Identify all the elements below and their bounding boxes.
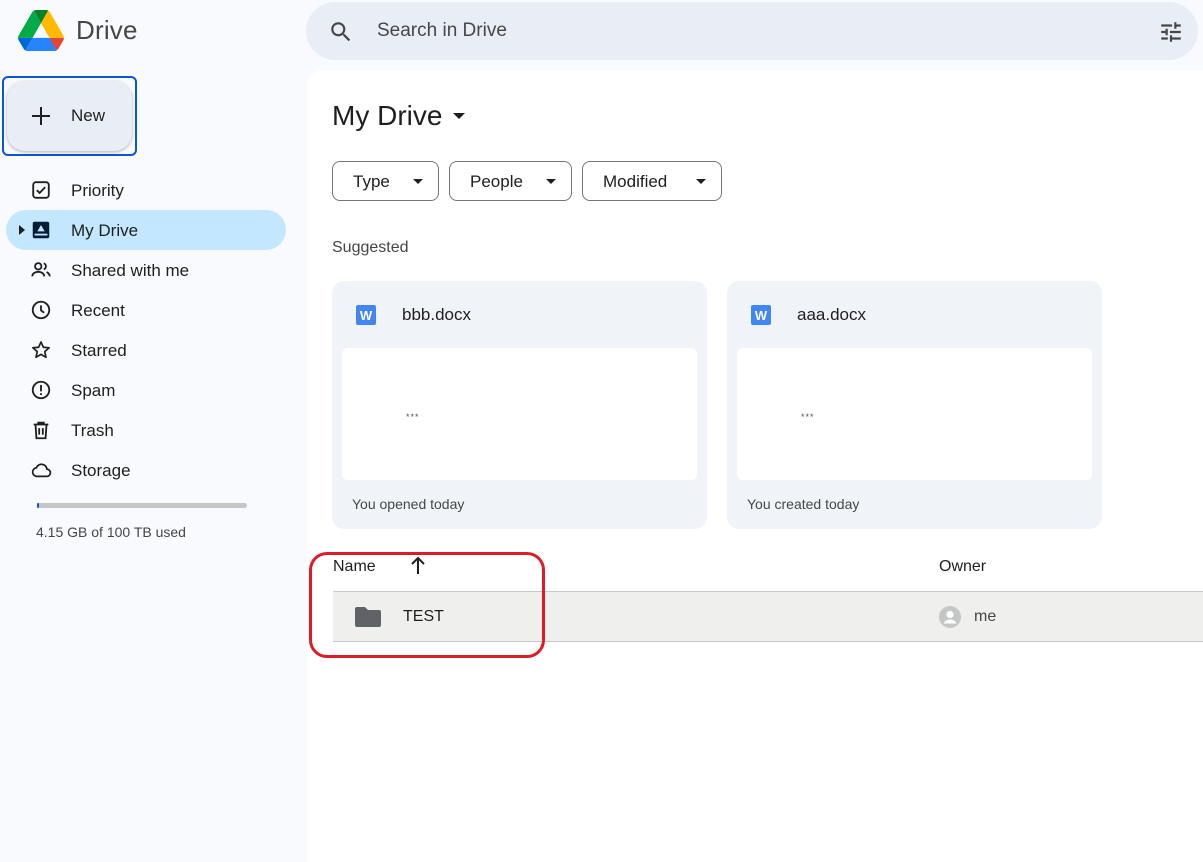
column-header-name[interactable]: Name [333,558,376,576]
page-title[interactable]: My Drive [332,100,466,132]
sidebar-item-priority[interactable]: Priority [6,170,286,210]
star-icon [32,341,50,359]
storage-progress-bar [37,503,247,508]
owner-avatar-icon [939,606,961,628]
page-title-text: My Drive [332,100,443,131]
suggested-heading: Suggested [332,239,409,256]
chevron-down-icon [453,113,466,119]
filter-modified-chip[interactable]: Modified [582,161,722,201]
svg-text:W: W [360,308,373,323]
sidebar-item-label: Spam [71,381,116,400]
filter-chip-label: People [470,172,523,191]
filter-chip-label: Modified [603,172,668,191]
sidebar-item-shared-with-me[interactable]: Shared with me [6,250,286,290]
sidebar-item-label: Priority [71,181,124,200]
file-preview-thumbnail[interactable]: *** [737,348,1092,480]
sidebar-item-label: My Drive [71,221,139,240]
file-preview-thumbnail[interactable]: *** [342,348,697,480]
trash-icon [33,421,49,440]
file-activity-info: You created today [747,496,860,512]
sidebar-item-storage[interactable]: Storage [6,450,286,490]
my-drive-icon [32,221,50,239]
chevron-down-icon [413,179,423,184]
sidebar-item-label: Trash [71,421,114,440]
priority-icon [32,181,50,199]
storage-progress-fill [37,503,39,508]
sidebar-item-label: Storage [71,461,131,480]
owner-name: me [974,608,997,625]
svg-text:W: W [755,308,768,323]
chevron-down-icon [546,179,556,184]
folder-icon [355,607,381,627]
new-button[interactable]: New [7,81,132,151]
app-name: Drive [76,15,138,45]
clock-icon [31,300,51,320]
chevron-down-icon [696,179,706,184]
file-name: aaa.docx [797,305,866,324]
word-doc-icon: W [356,305,376,325]
sidebar-item-label: Starred [71,341,127,360]
search-input[interactable] [377,16,1097,46]
sidebar-item-my-drive[interactable]: My Drive [6,210,286,250]
sidebar-item-label: Recent [71,301,125,320]
sidebar-item-spam[interactable]: Spam [6,370,286,410]
folder-name: TEST [403,608,444,625]
search-options-icon[interactable] [1158,19,1184,45]
main-content: My Drive Type People Modified Suggested … [307,70,1203,862]
preview-text: *** [406,412,420,422]
filter-chip-label: Type [353,172,390,191]
preview-text: *** [801,412,815,422]
sidebar-item-label: Shared with me [71,261,190,280]
cloud-icon [31,463,52,478]
spam-icon [31,380,51,400]
suggested-file-card[interactable]: W bbb.docx *** You opened today [332,281,707,529]
suggested-file-card[interactable]: W aaa.docx *** You created today [727,281,1102,529]
new-button-label: New [71,106,106,125]
plus-icon [32,107,50,125]
word-doc-icon: W [751,305,771,325]
shared-icon [31,262,51,277]
search-bar[interactable] [306,2,1198,60]
sidebar-item-recent[interactable]: Recent [6,290,286,330]
file-name: bbb.docx [402,305,471,324]
column-header-owner[interactable]: Owner [939,558,986,576]
drive-logo[interactable]: Drive [18,10,138,51]
sidebar-item-trash[interactable]: Trash [6,410,286,450]
file-activity-info: You opened today [352,496,465,512]
storage-usage-text: 4.15 GB of 100 TB used [36,524,186,540]
filter-people-chip[interactable]: People [449,161,572,201]
table-row[interactable]: TEST me [333,591,1203,642]
search-icon[interactable] [328,19,354,45]
expand-caret-icon[interactable] [18,225,26,235]
filter-type-chip[interactable]: Type [332,161,439,201]
sort-ascending-arrow-icon[interactable] [409,556,427,576]
sidebar-item-starred[interactable]: Starred [6,330,286,370]
drive-logo-icon [18,10,64,51]
